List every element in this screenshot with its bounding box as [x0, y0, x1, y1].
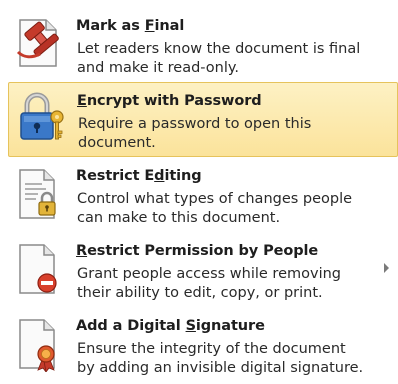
document-lock-icon	[12, 166, 66, 222]
menu-item-encrypt-with-password[interactable]: Encrypt with Password Require a password…	[8, 82, 398, 157]
menu-item-restrict-permission[interactable]: Restrict Permission by People Grant peop…	[0, 233, 398, 308]
menu-item-title: Mark as Final	[76, 18, 185, 34]
menu-item-title: Add a Digital Signature	[76, 318, 265, 334]
menu-item-description: Ensure the integrity of the document by …	[77, 341, 364, 376]
menu-item-title: Restrict Permission by People	[76, 243, 319, 259]
menu-item-description: Require a password to open this document…	[78, 116, 312, 151]
menu-item-mark-as-final[interactable]: Mark as Final Let readers know the docum…	[0, 8, 398, 83]
document-no-entry-icon	[12, 241, 66, 297]
padlock-key-icon	[13, 91, 67, 147]
menu-item-title: Restrict Editing	[76, 168, 202, 184]
menu-item-description: Control what types of changes people can…	[77, 191, 353, 226]
menu-item-restrict-editing[interactable]: Restrict Editing Control what types of c…	[0, 158, 398, 233]
menu-item-digital-signature[interactable]: Add a Digital Signature Ensure the integ…	[0, 308, 398, 383]
menu-item-description: Let readers know the document is final a…	[77, 41, 361, 76]
menu-item-description: Grant people access while removing their…	[77, 266, 341, 301]
document-ribbon-icon	[12, 316, 66, 373]
document-stamp-icon	[12, 16, 66, 72]
menu-item-title: Encrypt with Password	[77, 93, 262, 109]
chevron-right-icon[interactable]	[384, 263, 389, 273]
protect-document-menu: Mark as Final Let readers know the docum…	[0, 0, 398, 384]
